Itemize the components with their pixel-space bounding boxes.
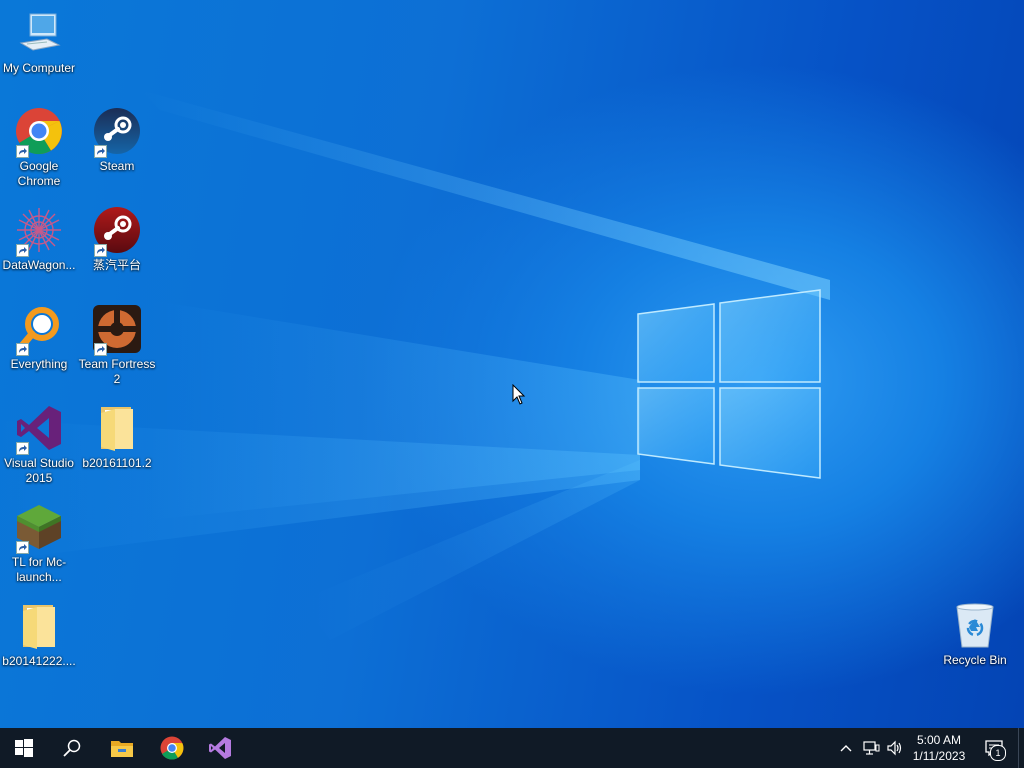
clock[interactable]: 5:00 AM 1/11/2023: [906, 728, 972, 768]
computer-icon: [14, 8, 64, 58]
desktop-icon-label: TL for Mc-launch...: [11, 555, 67, 584]
shortcut-arrow-icon: [16, 442, 29, 455]
search-icon: [63, 739, 81, 757]
network-button[interactable]: [858, 728, 884, 768]
desktop-icon-my-computer[interactable]: My Computer: [0, 8, 78, 76]
shortcut-arrow-icon: [16, 541, 29, 554]
start-icon: [15, 739, 33, 757]
tf2-icon: [92, 304, 142, 356]
visual-studio-icon: [14, 403, 64, 455]
desktop-icon-tl-mc-launcher[interactable]: TL for Mc-launch...: [0, 502, 78, 585]
shortcut-arrow-icon: [16, 244, 29, 257]
shortcut-arrow-icon: [94, 343, 107, 356]
shortcut-arrow-icon: [16, 343, 29, 356]
chrome-icon: [14, 106, 64, 158]
file-explorer-icon: [111, 741, 133, 757]
desktop-icon-steam[interactable]: Steam: [78, 106, 156, 174]
taskbar-file-explorer[interactable]: [98, 728, 146, 768]
action-center-button[interactable]: 1: [974, 728, 1014, 768]
desktop-icon-label: b20141222....: [2, 654, 76, 668]
folder-icon: [92, 403, 142, 453]
minecraft-icon: [14, 502, 64, 554]
desktop-icon-everything[interactable]: Everything: [0, 304, 78, 372]
desktop-icon-label: Visual Studio 2015: [4, 456, 74, 485]
desktop-icon-folder-b20141222[interactable]: b20141222....: [0, 601, 78, 669]
desktop-icon-label: DataWagon...: [2, 258, 76, 272]
desktop-icon-folder-b20161101[interactable]: b20161101.2: [78, 403, 156, 471]
desktop-icon-label: b20161101.2: [82, 456, 152, 470]
visual-studio-icon: [209, 737, 231, 759]
start-button[interactable]: [0, 728, 48, 768]
taskbar-chrome[interactable]: [148, 728, 196, 768]
search-button[interactable]: [48, 728, 96, 768]
steam-china-icon: [92, 205, 142, 257]
desktop-icon-datawagon[interactable]: DataWagon...: [0, 205, 78, 273]
desktop-icon-label: Steam: [99, 159, 135, 173]
desktop[interactable]: My Computer Google Chrome Steam DataWago…: [0, 0, 1024, 728]
desktop-icon-label: Recycle Bin: [943, 653, 1007, 667]
folder-icon: [14, 601, 64, 651]
shortcut-arrow-icon: [94, 244, 107, 257]
chevron-up-icon: [840, 745, 852, 752]
taskbar-visual-studio[interactable]: [196, 728, 244, 768]
desktop-icon-label: Team Fortress 2: [78, 357, 156, 386]
shortcut-arrow-icon: [16, 145, 29, 158]
volume-button[interactable]: [884, 728, 906, 768]
desktop-icon-recycle-bin[interactable]: Recycle Bin: [936, 600, 1014, 668]
speaker-icon: [887, 740, 902, 756]
desktop-icon-google-chrome[interactable]: Google Chrome: [0, 106, 78, 189]
datawagon-icon: [14, 205, 64, 257]
clock-time: 5:00 AM: [916, 733, 962, 747]
everything-icon: [14, 304, 64, 356]
taskbar: 5:00 AM 1/11/2023 1: [0, 728, 1024, 768]
show-hidden-icons-button[interactable]: [836, 728, 856, 768]
show-desktop-button[interactable]: [1018, 728, 1024, 768]
desktop-icon-visual-studio-2015[interactable]: Visual Studio 2015: [0, 403, 78, 486]
notification-count-badge: 1: [990, 745, 1006, 761]
network-icon: [863, 741, 880, 755]
steam-icon: [92, 106, 142, 158]
mouse-cursor-icon: [512, 384, 526, 405]
shortcut-arrow-icon: [94, 145, 107, 158]
desktop-icon-label: Google Chrome: [17, 159, 61, 188]
desktop-icon-label: My Computer: [2, 61, 76, 75]
desktop-icon-steam-china[interactable]: 蒸汽平台: [78, 205, 156, 273]
clock-date: 1/11/2023: [912, 749, 966, 763]
desktop-icon-team-fortress-2[interactable]: Team Fortress 2: [78, 304, 156, 387]
recycle-bin-icon: [950, 600, 1000, 650]
desktop-icon-label: Everything: [10, 357, 68, 371]
windows-logo-wallpaper: [637, 289, 821, 479]
chrome-icon: [160, 736, 184, 760]
desktop-icon-label: 蒸汽平台: [92, 258, 141, 272]
